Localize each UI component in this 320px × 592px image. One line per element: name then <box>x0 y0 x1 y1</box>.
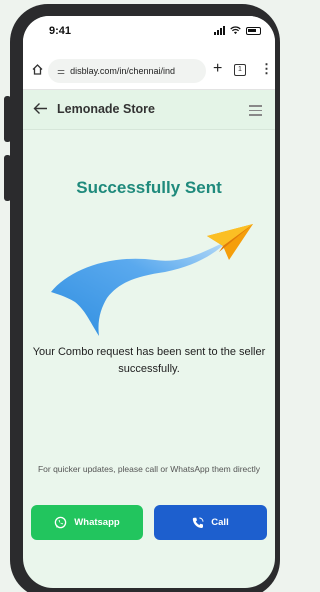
battery-icon <box>246 26 261 35</box>
success-heading: Successfully Sent <box>76 178 222 197</box>
whatsapp-label: Whatsapp <box>74 517 120 528</box>
url-text: disblay.com/in/chennai/ind <box>70 66 175 76</box>
status-time: 9:41 <box>49 25 72 37</box>
phone-screen: 9:41 ⚌ disblay.com/in/chennai/ind + 1 ⋮ <box>23 16 275 588</box>
hamburger-menu-icon[interactable] <box>249 105 262 119</box>
success-message: Your Combo request has been sent to the … <box>32 346 266 375</box>
back-arrow-icon[interactable] <box>33 102 48 115</box>
call-button[interactable]: Call <box>154 505 267 540</box>
whatsapp-icon <box>55 516 67 529</box>
store-title: Lemonade Store <box>57 102 155 116</box>
status-bar: 9:41 <box>23 16 275 50</box>
signal-icon <box>214 26 225 35</box>
browser-url-bar: ⚌ disblay.com/in/chennai/ind + 1 ⋮ <box>23 50 275 90</box>
contact-hint: For quicker updates, please call or What… <box>37 464 261 474</box>
tabs-icon[interactable]: 1 <box>234 64 246 76</box>
call-label: Call <box>211 517 229 528</box>
home-icon[interactable] <box>32 64 43 75</box>
url-field[interactable]: ⚌ disblay.com/in/chennai/ind <box>48 59 206 83</box>
phone-call-icon <box>193 517 204 528</box>
tab-count: 1 <box>238 66 242 73</box>
more-vert-icon[interactable]: ⋮ <box>260 59 273 79</box>
tune-icon[interactable]: ⚌ <box>57 66 65 77</box>
whatsapp-button[interactable]: Whatsapp <box>31 505 143 540</box>
app-bar: Lemonade Store <box>23 90 275 130</box>
wifi-icon <box>230 26 241 35</box>
paper-plane-illustration <box>51 224 253 336</box>
plus-icon[interactable]: + <box>213 59 222 79</box>
status-icons <box>214 26 261 35</box>
